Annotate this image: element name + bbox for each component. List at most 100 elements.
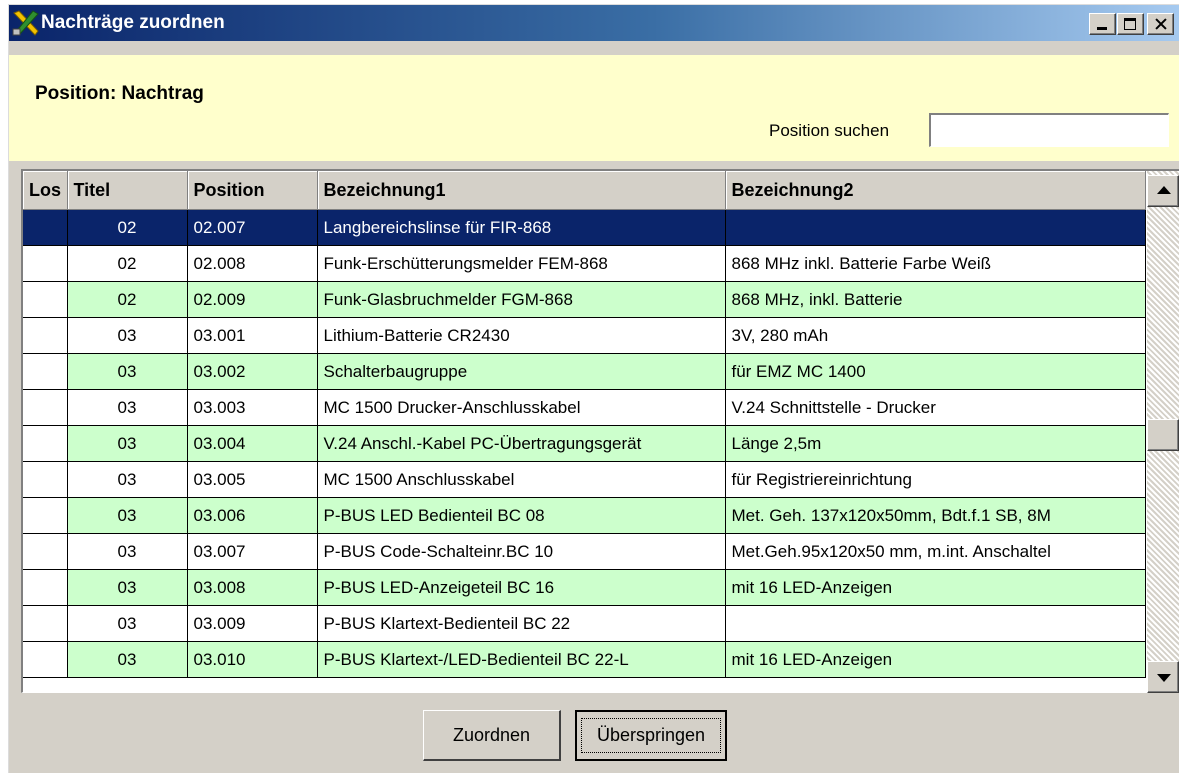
cell-titel[interactable]: 02 [67,245,188,282]
cell-los[interactable] [23,569,68,606]
scroll-up-icon[interactable] [1147,175,1179,207]
scrollbar-thumb[interactable] [1147,419,1179,451]
cell-titel[interactable]: 03 [67,461,188,498]
cell-titel[interactable]: 03 [67,605,188,642]
cell-bezeichnung1[interactable]: Lithium-Batterie CR2430 [317,317,726,354]
grid-table: Los Titel Position Bezeichnung1 Bezeichn… [23,171,1146,678]
cell-los[interactable] [23,497,68,534]
cell-titel[interactable]: 03 [67,317,188,354]
cell-bezeichnung2[interactable]: mit 16 LED-Anzeigen [725,641,1146,678]
table-row[interactable]: 02 02.007 Langbereichslinse für FIR-868 [23,209,1146,246]
table-row[interactable]: 02 02.009 Funk-Glasbruchmelder FGM-868 868 … [23,281,1146,318]
cell-bezeichnung1[interactable]: V.24 Anschl.-Kabel PC-Übertragungsgerät [317,425,726,462]
cell-los[interactable] [23,281,68,318]
cell-los[interactable] [23,317,68,354]
cell-position[interactable]: 03.008 [187,569,318,606]
cell-los[interactable] [23,533,68,570]
close-icon[interactable] [1147,13,1174,35]
cell-bezeichnung2[interactable] [725,209,1146,246]
cell-los[interactable] [23,641,68,678]
column-header-titel[interactable]: Titel [67,171,188,210]
table-row[interactable]: 03 03.007 P-BUS Code-Schalteinr.BC 10 Met.G… [23,533,1146,570]
cell-titel[interactable]: 03 [67,569,188,606]
cell-titel[interactable]: 02 [67,209,188,246]
cell-bezeichnung2[interactable]: Met. Geh. 137x120x50mm, Bdt.f.1 SB, 8M [725,497,1146,534]
cell-bezeichnung1[interactable]: MC 1500 Drucker-Anschlusskabel [317,389,726,426]
table-row[interactable]: 03 03.002 Schalterbaugruppe für EMZ MC 1400 [23,353,1146,390]
cell-position[interactable]: 03.006 [187,497,318,534]
column-header-los[interactable]: Los [23,171,68,210]
cell-bezeichnung1[interactable]: Funk-Glasbruchmelder FGM-868 [317,281,726,318]
cell-titel[interactable]: 03 [67,533,188,570]
cell-bezeichnung1[interactable]: Langbereichslinse für FIR-868 [317,209,726,246]
cell-bezeichnung2[interactable]: Met.Geh.95x120x50 mm, m.int. Anschaltel [725,533,1146,570]
position-label: Position: Nachtrag [35,83,204,104]
position-search-input[interactable] [929,113,1169,147]
cell-titel[interactable]: 03 [67,353,188,390]
table-row[interactable]: 02 02.008 Funk-Erschütterungsmelder FEM-86… [23,245,1146,282]
cell-position[interactable]: 03.005 [187,461,318,498]
cell-los[interactable] [23,245,68,282]
cell-bezeichnung1[interactable]: P-BUS Code-Schalteinr.BC 10 [317,533,726,570]
cell-position[interactable]: 03.010 [187,641,318,678]
cell-position[interactable]: 03.001 [187,317,318,354]
cell-titel[interactable]: 03 [67,389,188,426]
table-row[interactable]: 03 03.004 V.24 Anschl.-Kabel PC-Übertragun… [23,425,1146,462]
cell-los[interactable] [23,605,68,642]
table-row[interactable]: 03 03.003 MC 1500 Drucker-Anschlusskabel V.… [23,389,1146,426]
vertical-scrollbar[interactable] [1147,171,1179,693]
cell-bezeichnung2[interactable]: 868 MHz, inkl. Batterie [725,281,1146,318]
cell-los[interactable] [23,461,68,498]
cell-bezeichnung1[interactable]: P-BUS Klartext-/LED-Bedienteil BC 22-L [317,641,726,678]
cell-bezeichnung2[interactable]: 3V, 280 mAh [725,317,1146,354]
cell-bezeichnung2[interactable]: mit 16 LED-Anzeigen [725,569,1146,606]
maximize-icon[interactable] [1117,13,1144,35]
cell-bezeichnung2[interactable] [725,605,1146,642]
cell-position[interactable]: 02.009 [187,281,318,318]
skip-button[interactable]: Überspringen [575,710,727,761]
column-header-bezeichnung2[interactable]: Bezeichnung2 [725,171,1146,210]
cell-bezeichnung2[interactable]: V.24 Schnittstelle - Drucker [725,389,1146,426]
app-tools-icon [12,10,39,36]
table-row[interactable]: 03 03.009 P-BUS Klartext-Bedienteil BC 22 [23,605,1146,642]
cell-position[interactable]: 02.008 [187,245,318,282]
cell-bezeichnung2[interactable]: für Registriereinrichtung [725,461,1146,498]
cell-titel[interactable]: 03 [67,641,188,678]
cell-position[interactable]: 03.009 [187,605,318,642]
scroll-down-icon[interactable] [1147,661,1179,693]
cell-bezeichnung1[interactable]: P-BUS Klartext-Bedienteil BC 22 [317,605,726,642]
cell-position[interactable]: 03.003 [187,389,318,426]
table-row[interactable]: 03 03.005 MC 1500 Anschlusskabel für Regist… [23,461,1146,498]
cell-bezeichnung1[interactable]: P-BUS LED-Anzeigeteil BC 16 [317,569,726,606]
window-title: Nachträge zuordnen [41,12,225,33]
cell-position[interactable]: 02.007 [187,209,318,246]
cell-titel[interactable]: 02 [67,281,188,318]
cell-bezeichnung2[interactable]: Länge 2,5m [725,425,1146,462]
cell-bezeichnung1[interactable]: P-BUS LED Bedienteil BC 08 [317,497,726,534]
column-header-bezeichnung1[interactable]: Bezeichnung1 [317,171,726,210]
cell-bezeichnung1[interactable]: Schalterbaugruppe [317,353,726,390]
title-bar[interactable]: Nachträge zuordnen [9,5,1179,41]
cell-titel[interactable]: 03 [67,497,188,534]
cell-bezeichnung1[interactable]: Funk-Erschütterungsmelder FEM-868 [317,245,726,282]
cell-bezeichnung2[interactable]: 868 MHz inkl. Batterie Farbe Weiß [725,245,1146,282]
table-row[interactable]: 03 03.006 P-BUS LED Bedienteil BC 08 Met. G… [23,497,1146,534]
assign-button[interactable]: Zuordnen [423,710,561,761]
cell-position[interactable]: 03.007 [187,533,318,570]
cell-position[interactable]: 03.002 [187,353,318,390]
cell-los[interactable] [23,353,68,390]
cell-bezeichnung1[interactable]: MC 1500 Anschlusskabel [317,461,726,498]
table-row[interactable]: 03 03.008 P-BUS LED-Anzeigeteil BC 16 mit 1… [23,569,1146,606]
table-row[interactable]: 03 03.010 P-BUS Klartext-/LED-Bedienteil B… [23,641,1146,678]
cell-position[interactable]: 03.004 [187,425,318,462]
cell-los[interactable] [23,389,68,426]
dialog-window: Nachträge zuordnen Position: Nachtrag Po… [8,4,1179,773]
column-header-position[interactable]: Position [187,171,318,210]
cell-los[interactable] [23,209,68,246]
data-grid[interactable]: Los Titel Position Bezeichnung1 Bezeichn… [21,169,1179,693]
cell-titel[interactable]: 03 [67,425,188,462]
table-row[interactable]: 03 03.001 Lithium-Batterie CR2430 3V, 280 m… [23,317,1146,354]
cell-los[interactable] [23,425,68,462]
cell-bezeichnung2[interactable]: für EMZ MC 1400 [725,353,1146,390]
minimize-icon[interactable] [1089,13,1116,35]
